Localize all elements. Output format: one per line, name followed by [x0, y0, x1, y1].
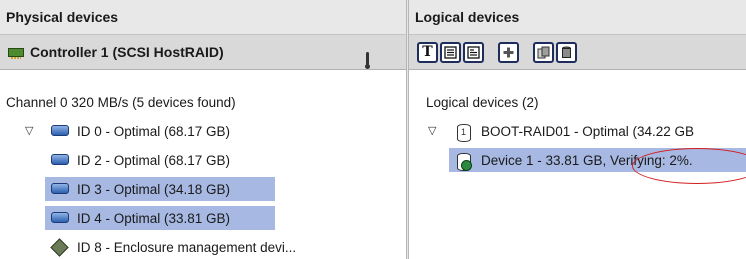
- logical-device-row[interactable]: 1 BOOT-RAID01 - Optimal (34.22 GB: [453, 119, 746, 143]
- physical-device-row[interactable]: ID 2 - Optimal (68.17 GB): [45, 148, 275, 172]
- physical-device-row[interactable]: ID 8 - Enclosure management devi...: [45, 235, 375, 259]
- add-logical-device-button[interactable]: [498, 41, 519, 63]
- controller-bar: Controller 1 (SCSI HostRAID): [0, 35, 406, 70]
- logical-devices-header: Logical devices: [409, 0, 746, 35]
- delete-button[interactable]: [556, 41, 577, 63]
- delete-icon: [562, 46, 571, 58]
- detail-view-button[interactable]: [463, 41, 484, 63]
- detail-view-icon: [467, 45, 480, 59]
- logical-devices-count: Logical devices (2): [426, 95, 539, 110]
- logical-drive-icon: 1: [455, 124, 471, 142]
- device-label: ID 8 - Enclosure management devi...: [77, 239, 297, 255]
- hard-disk-icon: [51, 211, 69, 225]
- logical-toolbar: T: [409, 35, 746, 70]
- logical-device-label: BOOT-RAID01 - Optimal (34.22 GB: [481, 123, 695, 139]
- text-view-icon: T: [422, 44, 433, 60]
- verifying-drive-icon: [455, 153, 472, 171]
- device-label: ID 3 - Optimal (34.18 GB): [77, 181, 231, 197]
- controller-1-node[interactable]: Controller 1 (SCSI HostRAID): [0, 44, 406, 69]
- copy-button[interactable]: [533, 41, 554, 63]
- device-label: ID 4 - Optimal (33.81 GB): [77, 210, 231, 226]
- hard-disk-icon: [51, 153, 69, 167]
- enclosure-icon: [51, 240, 67, 254]
- pci-card-icon: [8, 47, 24, 59]
- logical-devices-pane: Logical devices T Logical devices (2) ▽ …: [409, 0, 746, 259]
- controller-label: Controller 1 (SCSI HostRAID): [30, 44, 224, 60]
- list-view-button[interactable]: [440, 41, 461, 63]
- text-view-button[interactable]: T: [417, 41, 438, 63]
- list-view-icon: [444, 45, 457, 59]
- physical-device-row[interactable]: ID 0 - Optimal (68.17 GB): [45, 119, 275, 143]
- collapse-toggle-icon[interactable]: ▽: [428, 124, 436, 137]
- thermometer-icon[interactable]: [365, 52, 370, 69]
- copy-icon: [537, 46, 550, 58]
- add-logical-device-icon: [503, 47, 514, 57]
- physical-devices-header: Physical devices: [0, 0, 406, 35]
- channel-label: Channel 0 320 MB/s (5 devices found): [6, 95, 236, 110]
- device-label: ID 0 - Optimal (68.17 GB): [77, 123, 231, 139]
- physical-device-row-selected[interactable]: ID 4 - Optimal (33.81 GB): [45, 206, 275, 230]
- physical-device-row-selected[interactable]: ID 3 - Optimal (34.18 GB): [45, 177, 275, 201]
- hard-disk-icon: [51, 124, 69, 138]
- collapse-toggle-icon[interactable]: ▽: [25, 124, 33, 137]
- hard-disk-icon: [51, 182, 69, 196]
- physical-devices-pane: Physical devices Controller 1 (SCSI Host…: [0, 0, 406, 259]
- device-label: ID 2 - Optimal (68.17 GB): [77, 152, 231, 168]
